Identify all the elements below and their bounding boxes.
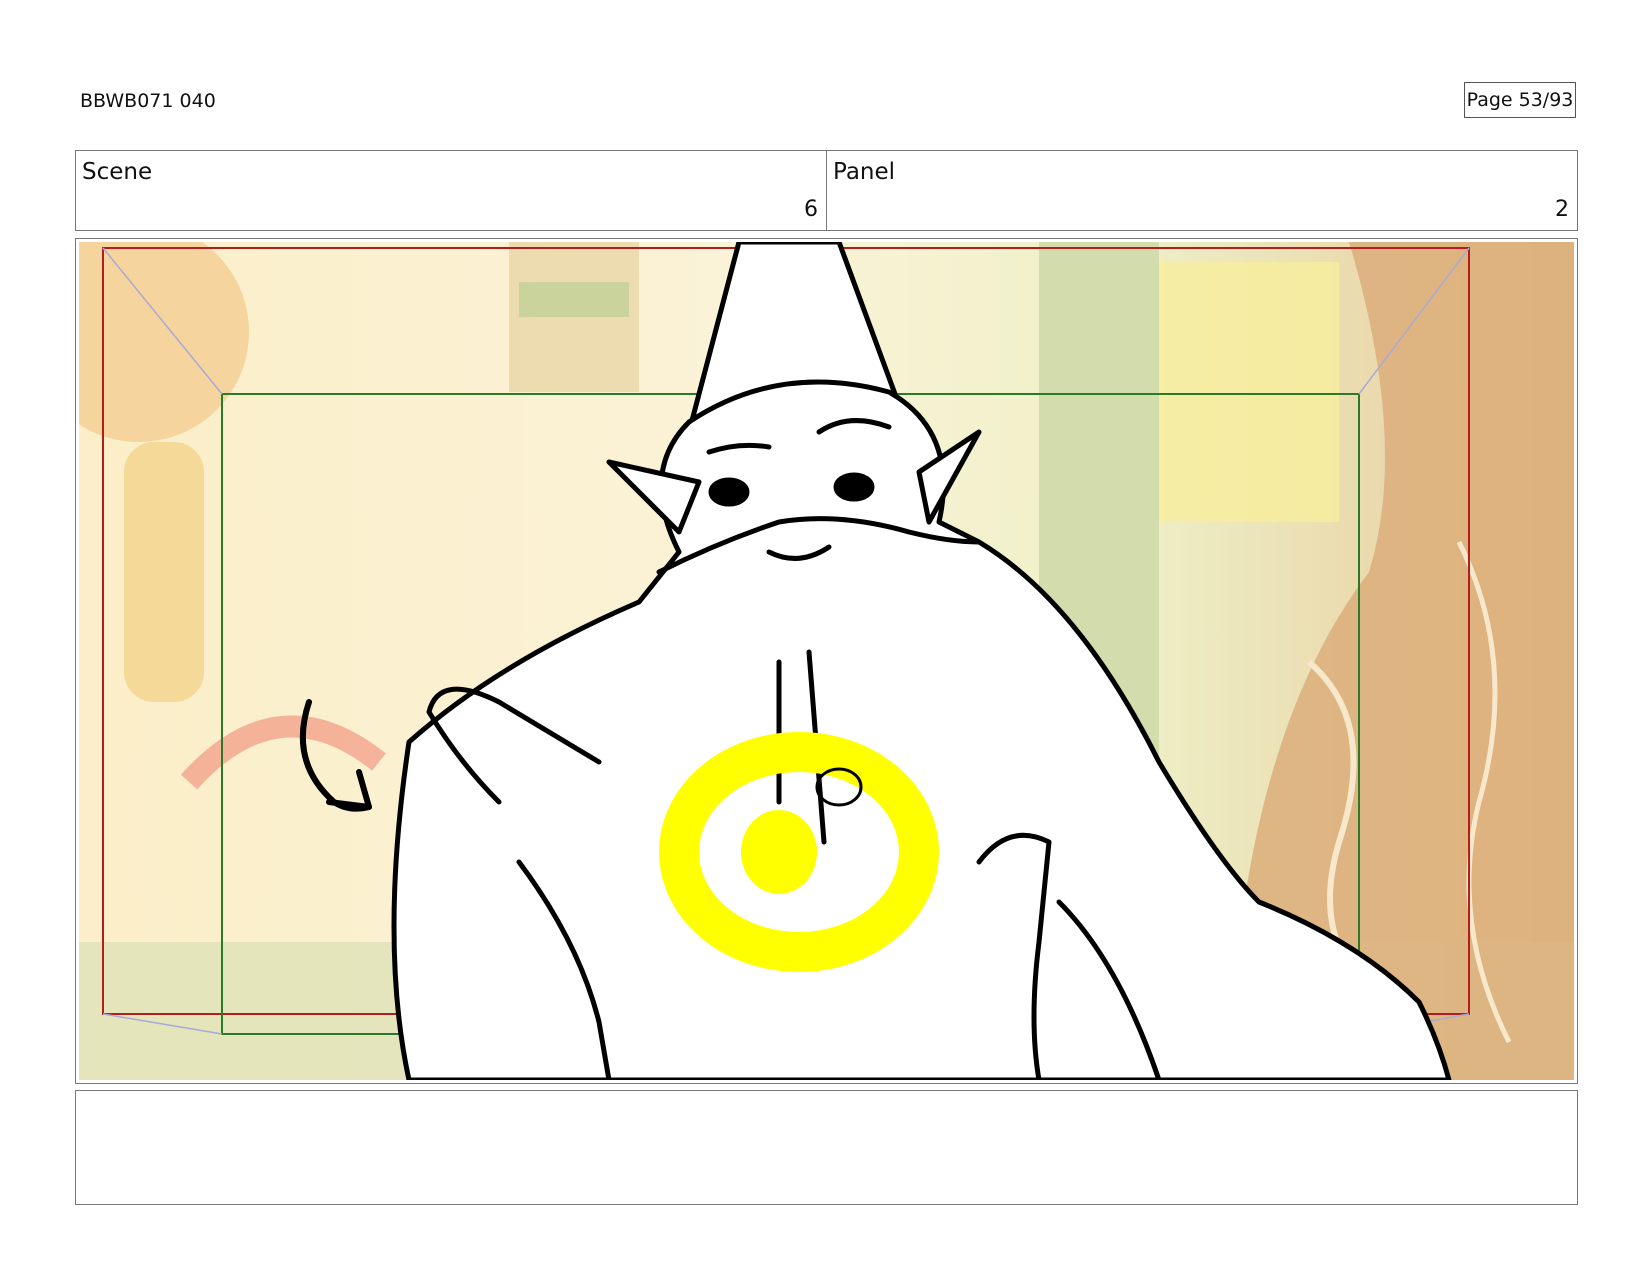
storyboard-panel-image (79, 242, 1574, 1080)
notes-box (75, 1090, 1578, 1205)
scene-cell: Scene 6 (76, 151, 826, 230)
document-id: BBWB071 040 (80, 90, 216, 112)
center-tower-band (519, 282, 629, 317)
glowing-orb-core (741, 810, 817, 894)
storyboard-panel-frame (75, 238, 1578, 1084)
scene-label: Scene (82, 159, 153, 185)
panel-value: 2 (1555, 197, 1569, 222)
left-tower (124, 442, 204, 702)
scene-value: 6 (804, 197, 818, 222)
right-yellow-block (1159, 262, 1339, 522)
page-number-box: Page 53/93 (1464, 82, 1576, 118)
panel-cell: Panel 2 (826, 151, 1577, 230)
scene-panel-info: Scene 6 Panel 2 (75, 150, 1578, 231)
panel-label: Panel (833, 159, 896, 185)
